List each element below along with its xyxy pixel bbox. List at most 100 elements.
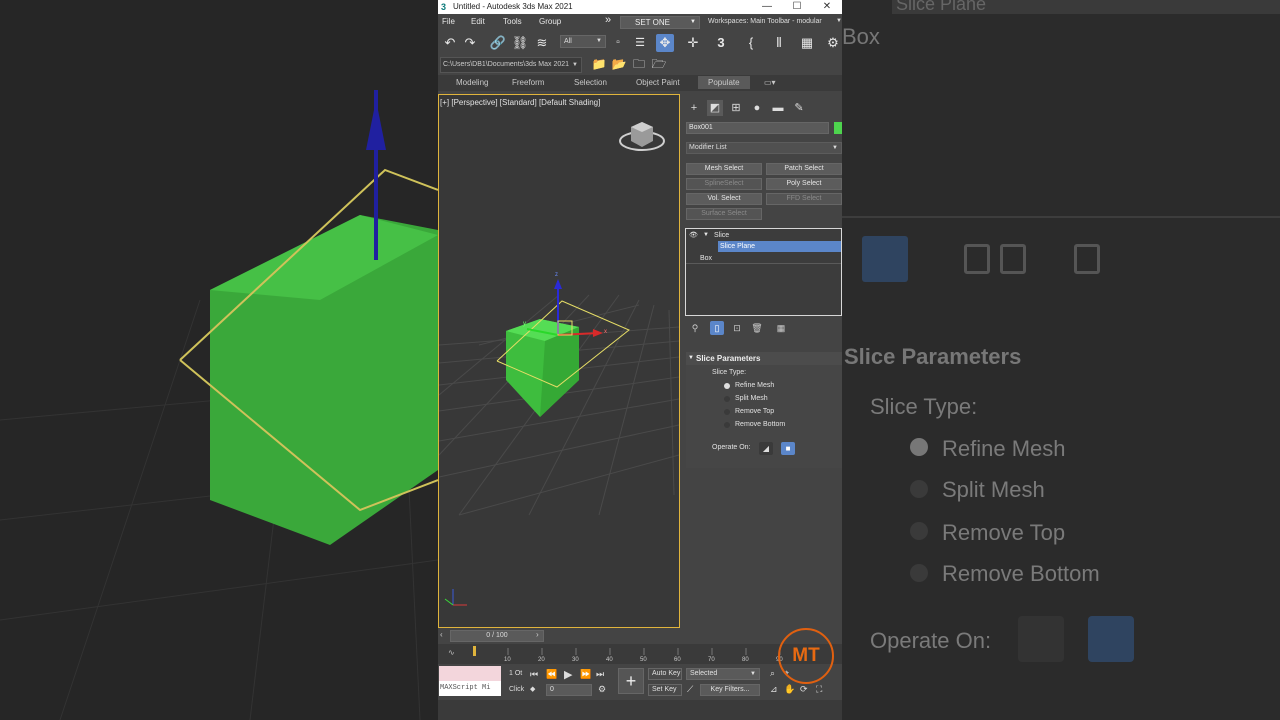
configure-modifier-sets-icon[interactable]: ▦ [774, 321, 788, 335]
close-button[interactable]: ✕ [812, 0, 842, 14]
mirror-icon[interactable]: ⫴ [770, 34, 788, 52]
tab-modeling[interactable]: Modeling [456, 78, 488, 87]
menu-edit[interactable]: Edit [471, 17, 485, 26]
unlink-icon[interactable]: ⛓ [511, 34, 529, 52]
redo-icon[interactable]: ↷ [461, 34, 479, 52]
spline-select-button[interactable]: SplineSelect [686, 178, 762, 190]
time-slider[interactable]: 0 / 100 [450, 630, 544, 642]
snaps-toggle-icon[interactable]: 3 [712, 34, 730, 52]
render-setup-icon[interactable]: ⚙ [824, 34, 842, 52]
menu-file[interactable]: File [442, 17, 455, 26]
go-to-end-icon[interactable]: ⏭ [596, 669, 604, 680]
maxscript-output[interactable] [439, 666, 501, 681]
minimize-button[interactable]: — [752, 0, 782, 14]
tab-freeform[interactable]: Freeform [512, 78, 544, 87]
maxscript-listener[interactable]: MAXScript Mi [439, 666, 501, 696]
tab-populate[interactable]: Populate [698, 76, 750, 89]
link-icon[interactable]: 🔗 [489, 34, 507, 52]
project-path-dropdown[interactable]: C:\Users\DB1\Documents\3ds Max 2021 ▼ [440, 57, 582, 73]
named-selection-sets-icon[interactable]: { [742, 34, 760, 52]
selection-filter-dropdown[interactable]: All ▼ [560, 35, 606, 48]
background-icon [964, 244, 990, 274]
menu-tools[interactable]: Tools [503, 17, 522, 26]
key-tangent-icon[interactable]: ⟋ [687, 684, 693, 695]
pan-icon[interactable]: ✋ [784, 684, 795, 695]
hierarchy-icon[interactable]: ⊞ [728, 100, 744, 116]
collapse-triangle-icon: ▼ [688, 355, 694, 361]
go-to-start-icon[interactable]: ⏮ [530, 669, 538, 680]
eye-icon[interactable]: 👁 [689, 230, 698, 241]
maxscript-input[interactable]: MAXScript Mi [439, 681, 501, 696]
utilities-icon[interactable]: ✎ [791, 100, 807, 116]
workspaces-dropdown[interactable]: Workspaces: Main Toolbar - modular [708, 18, 822, 25]
split-mesh-radio[interactable] [724, 396, 730, 402]
save-folder-icon[interactable]: 🗀 [630, 55, 648, 73]
stack-item-slice-plane[interactable]: Slice Plane [718, 241, 841, 252]
create-icon[interactable]: + [686, 100, 702, 116]
ffd-select-button[interactable]: FFD Select [766, 193, 842, 205]
maximize-button[interactable]: ☐ [782, 0, 812, 14]
previous-frame-icon[interactable]: ⏪ [546, 669, 557, 680]
next-frame-icon[interactable]: ⏩ [580, 669, 591, 680]
current-frame-marker[interactable] [473, 646, 476, 656]
select-and-manipulate-icon[interactable]: ✛ [684, 34, 702, 52]
stack-item-slice[interactable]: 👁 ▼ Slice [686, 230, 841, 241]
menu-group[interactable]: Group [539, 17, 561, 26]
select-and-move-icon[interactable]: ✥ [656, 34, 674, 52]
remove-top-radio[interactable] [724, 409, 730, 415]
maximize-viewport-icon[interactable]: ⛶ [816, 684, 822, 695]
vol-select-button[interactable]: Vol. Select [686, 193, 762, 205]
key-filters-button[interactable]: Key Filters... [700, 684, 760, 696]
poly-select-button[interactable]: Poly Select [766, 178, 842, 190]
time-config-icon[interactable]: ⚙ [598, 684, 606, 695]
operate-on-faces-button[interactable]: ◢ [759, 442, 773, 455]
remove-modifier-icon[interactable]: 🗑 [750, 321, 764, 335]
patch-select-button[interactable]: Patch Select [766, 163, 842, 175]
play-icon[interactable]: ▶ [564, 668, 572, 681]
zoom-icon[interactable]: ⌕ [770, 668, 775, 679]
mesh-select-button[interactable]: Mesh Select [686, 163, 762, 175]
show-end-result-icon[interactable]: ▯ [710, 321, 724, 335]
object-name-field[interactable]: Box001 [686, 122, 829, 134]
open-folder-icon[interactable]: 📂 [610, 55, 628, 73]
remove-bottom-radio[interactable] [724, 422, 730, 428]
perspective-viewport[interactable]: [+] [Perspective] [Standard] [Default Sh… [438, 94, 680, 628]
object-color-swatch[interactable] [834, 122, 842, 134]
auto-key-button[interactable]: Auto Key [648, 668, 682, 680]
select-object-icon[interactable]: ▫ [609, 34, 627, 52]
tab-selection[interactable]: Selection [574, 78, 607, 87]
pin-stack-icon[interactable]: ⚲ [688, 321, 702, 335]
motion-icon[interactable]: ● [749, 100, 765, 116]
set-key-button[interactable]: Set Key [648, 684, 682, 696]
refine-mesh-radio[interactable] [724, 383, 730, 389]
project-settings-icon[interactable]: 🗁 [650, 55, 668, 73]
bind-space-warp-icon[interactable]: ≋ [533, 34, 551, 52]
display-icon[interactable]: ▬ [770, 100, 786, 116]
app-logo-icon: 3 [441, 2, 447, 12]
menu-overflow-icon[interactable]: » [605, 14, 611, 26]
operate-on-polygons-button[interactable]: ■ [781, 442, 795, 455]
scene-explorer-icon[interactable]: ▦ [798, 34, 816, 52]
modify-icon[interactable]: ◩ [707, 100, 723, 116]
viewcube-icon[interactable] [619, 122, 665, 151]
ribbon-options-icon[interactable]: ▭▾ [764, 78, 776, 87]
key-mode-dropdown[interactable]: Selected ▼ [686, 668, 760, 680]
modifier-list-dropdown[interactable]: Modifier List ▼ [686, 142, 842, 154]
stack-item-box[interactable]: Box [686, 253, 841, 264]
field-of-view-icon[interactable]: ⊿ [770, 684, 778, 695]
make-unique-icon[interactable]: ⊡ [730, 321, 744, 335]
selection-set-dropdown[interactable]: SET ONE ▼ [620, 16, 700, 29]
time-next-icon[interactable]: › [536, 630, 539, 639]
slice-parameters-header[interactable]: ▼ Slice Parameters [686, 352, 842, 365]
undo-icon[interactable]: ↶ [441, 34, 459, 52]
time-prev-icon[interactable]: ‹ [440, 630, 443, 639]
expand-triangle-icon[interactable]: ▼ [703, 230, 709, 241]
tab-object-paint[interactable]: Object Paint [636, 78, 680, 87]
select-by-name-icon[interactable]: ☰ [631, 34, 649, 52]
current-frame-field[interactable]: 0 [546, 684, 592, 696]
orbit-icon[interactable]: ⟳ [800, 684, 808, 695]
key-mode-icon[interactable]: ◆ [530, 685, 535, 693]
surface-select-button[interactable]: Surface Select [686, 208, 762, 220]
project-folder-icon[interactable]: 📁 [590, 55, 608, 73]
set-keys-button[interactable]: + [618, 668, 644, 694]
